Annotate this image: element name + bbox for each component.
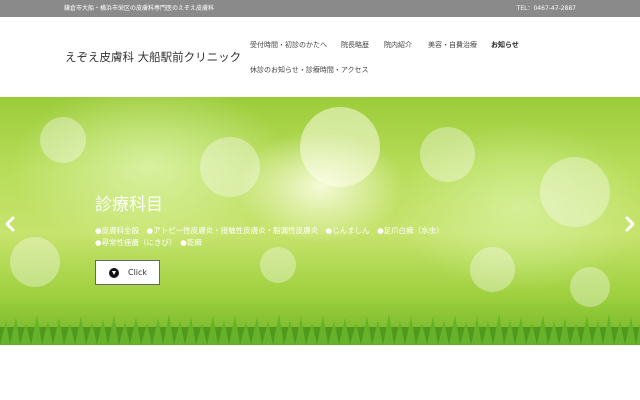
site-logo[interactable]: えぞえ皮膚科 大船駅前クリニック <box>65 49 241 65</box>
bokeh-light <box>40 117 86 163</box>
hero-slider: 診療科目 ●皮膚科全般 ●アトピー性皮膚炎・接触性皮膚炎・脂漏性皮膚炎 ●じんま… <box>0 97 640 345</box>
slider-next-arrow[interactable] <box>623 216 637 232</box>
grass-image <box>0 314 640 345</box>
click-button-label: Click <box>128 268 148 277</box>
bokeh-light <box>10 237 60 287</box>
clinic-tagline: 鎌倉市大船・横浜市栄区の皮膚科専門医のえぞえ皮膚科 <box>64 5 215 12</box>
nav-closed-hours-access[interactable]: 休診のお知らせ・診療時間・アクセス <box>250 65 369 75</box>
phone-number: TEL：0467-47-2887 <box>516 5 576 12</box>
hero-title: 診療科目 <box>95 195 163 215</box>
bokeh-light <box>470 247 515 292</box>
chevron-left-icon <box>5 216 15 232</box>
bokeh-light <box>200 137 260 197</box>
bokeh-light <box>570 267 610 307</box>
chevron-right-icon <box>625 216 635 232</box>
bokeh-light <box>420 127 475 182</box>
arrow-down-circle-icon <box>109 267 119 278</box>
nav-beauty[interactable]: 美容・自費治療 <box>428 40 477 50</box>
nav-reception[interactable]: 受付時間・初診のかたへ <box>250 40 327 50</box>
bokeh-light <box>540 157 610 227</box>
slider-prev-arrow[interactable] <box>3 216 17 232</box>
nav-news[interactable]: お知らせ <box>491 40 519 50</box>
top-bar: 鎌倉市大船・横浜市栄区の皮膚科専門医のえぞえ皮膚科 TEL：0467-47-28… <box>0 0 640 17</box>
bokeh-light <box>260 247 296 283</box>
bokeh-light <box>300 107 380 187</box>
nav-tour[interactable]: 院内紹介 <box>384 40 412 50</box>
hero-description: ●皮膚科全般 ●アトピー性皮膚炎・接触性皮膚炎・脂漏性皮膚炎 ●じんましん ●足… <box>95 226 440 247</box>
site-header: えぞえ皮膚科 大船駅前クリニック 受付時間・初診のかたへ 院長略歴 院内紹介 美… <box>0 17 640 97</box>
click-button[interactable]: Click <box>95 260 160 285</box>
nav-director[interactable]: 院長略歴 <box>341 40 369 50</box>
